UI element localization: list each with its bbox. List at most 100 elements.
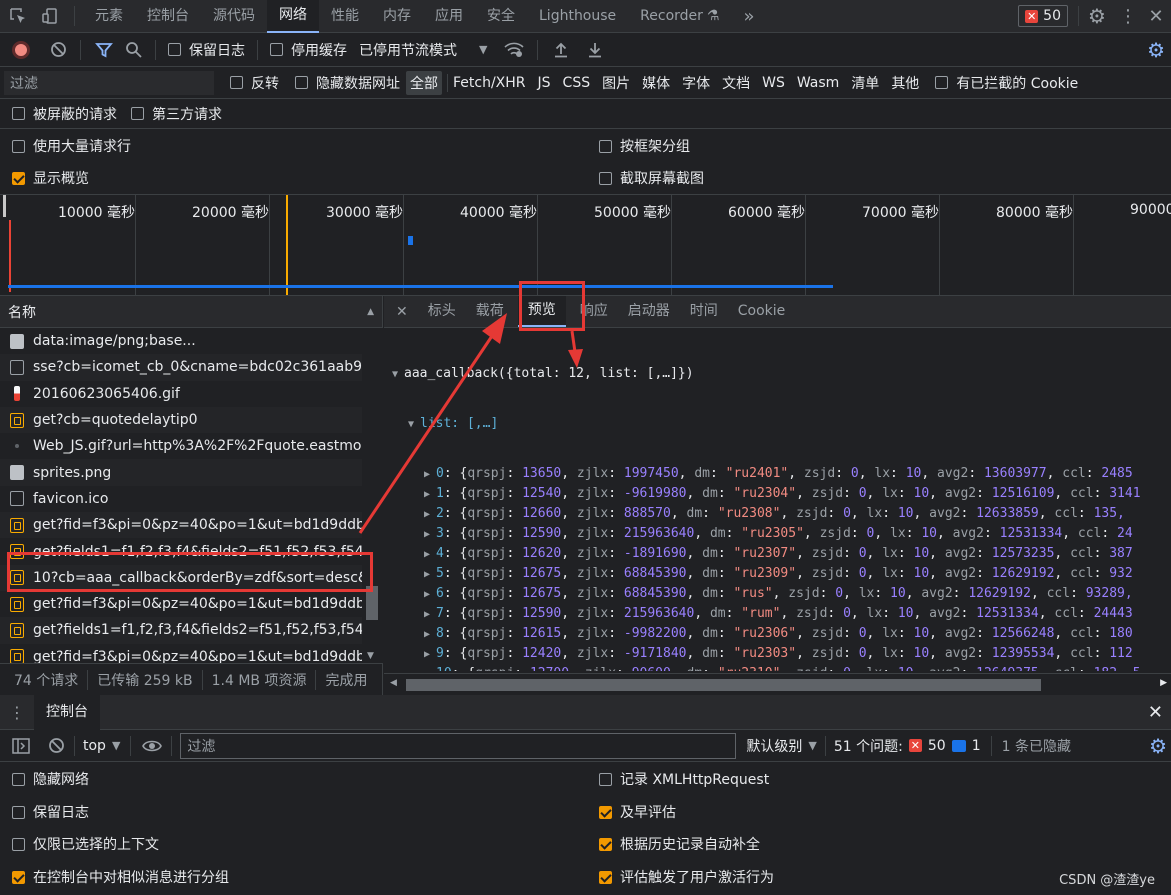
- invert-checkbox[interactable]: 反转: [230, 73, 279, 93]
- sidebar-toggle-icon[interactable]: [10, 737, 32, 754]
- log-levels-select[interactable]: 默认级别 ▼: [746, 736, 816, 756]
- expand-triangle-icon[interactable]: ▶: [424, 505, 436, 525]
- clear-icon[interactable]: [48, 41, 68, 58]
- clear-console-icon[interactable]: [46, 737, 66, 754]
- third-party-checkbox[interactable]: 第三方请求: [131, 104, 222, 124]
- tab-application[interactable]: 应用: [423, 0, 475, 33]
- tab-recorder[interactable]: Recorder ⚗: [628, 0, 731, 33]
- more-options-icon[interactable]: ⋮: [1115, 0, 1141, 33]
- selected-context-checkbox[interactable]: 仅限已选择的上下文: [12, 834, 159, 854]
- scroll-down-arrow-icon[interactable]: ▼: [367, 651, 374, 661]
- request-row[interactable]: favicon.ico: [0, 486, 362, 512]
- type-filter-fetch-xhr[interactable]: Fetch/XHR: [453, 75, 526, 91]
- preview-list-item[interactable]: ▶ 4: {qrspj: 12620, zjlx: -1891690, dm: "…: [384, 544, 1171, 564]
- tab-sources[interactable]: 源代码: [201, 0, 267, 33]
- preview-list-item[interactable]: ▶ 5: {qrspj: 12675, zjlx: 68845390, dm: "…: [384, 564, 1171, 584]
- type-filter-media[interactable]: 媒体: [642, 73, 670, 93]
- more-tabs-button[interactable]: »: [731, 0, 766, 33]
- autocomplete-checkbox[interactable]: 根据历史记录自动补全: [599, 834, 760, 854]
- expand-triangle-icon[interactable]: ▶: [424, 465, 436, 485]
- type-filter-js[interactable]: JS: [538, 75, 551, 91]
- network-settings-gear-icon[interactable]: ⚙: [1147, 38, 1165, 62]
- tab-security[interactable]: 安全: [475, 0, 527, 33]
- request-row[interactable]: get?fid=f3&pi=0&pz=40&po=1&ut=bd1d9ddb0: [0, 512, 362, 539]
- preview-list-row[interactable]: ▼ list: [,…]: [384, 414, 1171, 434]
- type-filter-font[interactable]: 字体: [682, 73, 710, 93]
- request-row[interactable]: sse?cb=icomet_cb_0&cname=bdc02c361aab973…: [0, 354, 362, 381]
- context-select[interactable]: top ▼: [83, 738, 120, 754]
- capture-screenshots-checkbox[interactable]: 截取屏幕截图: [599, 168, 704, 188]
- import-har-icon[interactable]: [550, 41, 572, 58]
- scrollbar-thumb[interactable]: [406, 679, 1041, 691]
- device-toolbar-icon[interactable]: [36, 0, 66, 33]
- console-filter-input[interactable]: 过滤: [180, 732, 737, 759]
- expand-triangle-icon[interactable]: ▼: [408, 415, 420, 435]
- expand-triangle-icon[interactable]: ▶: [424, 525, 436, 545]
- console-preserve-log-checkbox[interactable]: 保留日志: [12, 802, 89, 822]
- tab-preview[interactable]: 预览: [517, 296, 566, 327]
- record-button[interactable]: [12, 40, 30, 59]
- preview-list-item[interactable]: ▶ 0: {qrspj: 13650, zjlx: 1997450, dm: "r…: [384, 464, 1171, 484]
- settings-gear-icon[interactable]: ⚙: [1079, 0, 1115, 33]
- big-request-rows-checkbox[interactable]: 使用大量请求行: [12, 136, 131, 156]
- type-filter-all[interactable]: 全部: [406, 70, 442, 95]
- preview-list-item[interactable]: ▶ 6: {qrspj: 12675, zjlx: 68845390, dm: "…: [384, 584, 1171, 604]
- tab-initiator[interactable]: 启动器: [618, 296, 680, 327]
- tab-headers[interactable]: 标头: [418, 296, 466, 327]
- group-similar-checkbox[interactable]: 在控制台中对相似消息进行分组: [12, 867, 229, 887]
- console-issues-button[interactable]: 51 个问题: ✕ 50 1: [834, 736, 981, 756]
- request-row[interactable]: get?fid=f3&pi=0&pz=40&po=1&ut=bd1d9ddb0: [0, 591, 362, 617]
- request-row[interactable]: get?fields1=f1,f2,f3,f4&fields2=f51,f52,…: [0, 538, 362, 564]
- request-row[interactable]: Web_JS.gif?url=http%3A%2F%2Fquote.eastmo…: [0, 433, 362, 459]
- scroll-right-arrow-icon[interactable]: ▶: [1160, 678, 1167, 688]
- preview-list-item[interactable]: ▶10: {qrspj: 12700, zjlx: 90600, dm: "ru…: [384, 664, 1171, 671]
- filter-input[interactable]: 过滤: [4, 70, 214, 95]
- filter-funnel-icon[interactable]: [93, 41, 115, 59]
- throttle-select[interactable]: 已停用节流模式 ▼: [359, 40, 487, 60]
- blocked-requests-checkbox[interactable]: 被屏蔽的请求: [12, 104, 117, 124]
- tab-memory[interactable]: 内存: [371, 0, 423, 33]
- issues-badge[interactable]: ✕ 50: [1018, 5, 1068, 27]
- expand-triangle-icon[interactable]: ▶: [424, 605, 436, 625]
- request-row[interactable]: 10?cb=aaa_callback&orderBy=zdf&sort=desc…: [0, 564, 362, 591]
- preview-hscrollbar[interactable]: ◀ ▶: [384, 673, 1171, 695]
- type-filter-doc[interactable]: 文档: [722, 73, 750, 93]
- request-row[interactable]: data:image/png;base...: [0, 328, 362, 354]
- tab-payload[interactable]: 载荷: [466, 296, 514, 327]
- type-filter-manifest[interactable]: 清单: [851, 73, 879, 93]
- type-filter-other[interactable]: 其他: [891, 73, 919, 93]
- request-list-header[interactable]: 名称 ▲: [0, 296, 382, 328]
- expand-triangle-icon[interactable]: ▶: [424, 585, 436, 605]
- close-drawer-icon[interactable]: ✕: [1148, 702, 1163, 723]
- preview-root-row[interactable]: ▼ aaa_callback({total: 12, list: [,…]}): [384, 364, 1171, 384]
- tab-console[interactable]: 控制台: [135, 0, 201, 33]
- preview-list-item[interactable]: ▶ 7: {qrspj: 12590, zjlx: 215963640, dm: …: [384, 604, 1171, 624]
- show-overview-checkbox[interactable]: 显示概览: [12, 168, 89, 188]
- scroll-up-arrow-icon[interactable]: ▲: [367, 307, 374, 317]
- tab-lighthouse[interactable]: Lighthouse: [527, 0, 628, 33]
- type-filter-img[interactable]: 图片: [602, 73, 630, 93]
- name-column-header[interactable]: 名称: [8, 302, 36, 322]
- type-filter-wasm[interactable]: Wasm: [797, 75, 839, 91]
- export-har-icon[interactable]: [584, 41, 606, 58]
- inspect-element-icon[interactable]: [0, 0, 36, 33]
- tab-elements[interactable]: 元素: [83, 0, 135, 33]
- disable-cache-checkbox[interactable]: 停用缓存: [270, 40, 347, 60]
- preserve-log-checkbox[interactable]: 保留日志: [168, 40, 245, 60]
- blocked-cookies-checkbox[interactable]: 有已拦截的 Cookie: [935, 73, 1078, 93]
- user-activation-checkbox[interactable]: 评估触发了用户激活行为: [599, 867, 774, 887]
- tab-cookies[interactable]: Cookie: [728, 296, 796, 327]
- tab-response[interactable]: 响应: [570, 296, 618, 327]
- request-row[interactable]: sprites.png: [0, 459, 362, 486]
- tab-performance[interactable]: 性能: [319, 0, 371, 33]
- expand-triangle-icon[interactable]: ▶: [424, 625, 436, 645]
- expand-triangle-icon[interactable]: ▶: [424, 565, 436, 585]
- request-row[interactable]: get?fields1=f1,f2,f3,f4&fields2=f51,f52,…: [0, 617, 362, 644]
- expand-triangle-icon[interactable]: ▶: [424, 665, 436, 671]
- tab-network[interactable]: 网络: [267, 0, 319, 33]
- search-icon[interactable]: [123, 41, 143, 58]
- preview-list-item[interactable]: ▶ 8: {qrspj: 12615, zjlx: -9982200, dm: "…: [384, 624, 1171, 644]
- request-row[interactable]: 20160623065406.gif: [0, 381, 362, 407]
- console-settings-gear-icon[interactable]: ⚙: [1149, 734, 1167, 758]
- request-list-scrollbar[interactable]: ▼: [362, 328, 383, 663]
